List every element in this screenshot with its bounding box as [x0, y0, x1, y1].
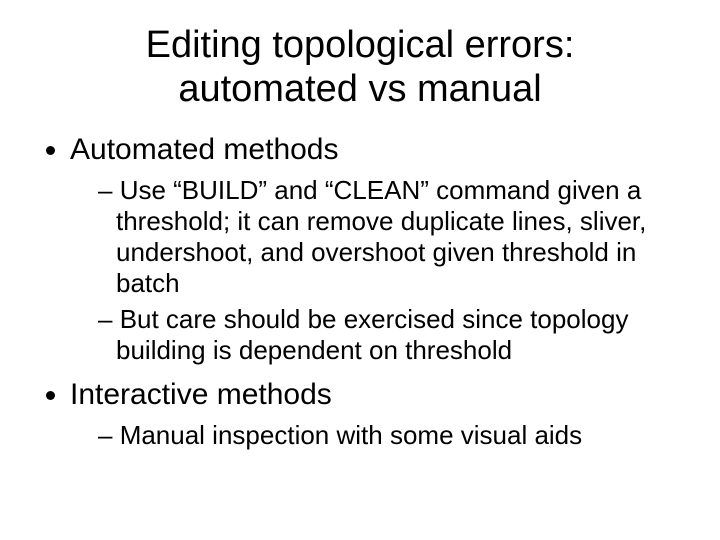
title-line-2: automated vs manual [178, 68, 541, 110]
sub-bullet-care: But care should be exercised since topol… [98, 304, 690, 366]
bullet-interactive-label: Interactive methods [70, 378, 332, 411]
title-line-1: Editing topological errors: [146, 24, 575, 66]
bullet-automated-label: Automated methods [70, 133, 339, 166]
slide: Editing topological errors: automated vs… [0, 0, 720, 540]
bullet-automated: Automated methods Use “BUILD” and “CLEAN… [70, 131, 690, 366]
sublist-automated: Use “BUILD” and “CLEAN” command given a … [70, 175, 690, 366]
sub-bullet-manual: Manual inspection with some visual aids [98, 420, 690, 451]
slide-title: Editing topological errors: automated vs… [70, 24, 650, 111]
sub-bullet-build-clean: Use “BUILD” and “CLEAN” command given a … [98, 175, 690, 300]
bullet-list: Automated methods Use “BUILD” and “CLEAN… [30, 131, 690, 450]
bullet-interactive: Interactive methods Manual inspection wi… [70, 376, 690, 451]
sublist-interactive: Manual inspection with some visual aids [70, 420, 690, 451]
